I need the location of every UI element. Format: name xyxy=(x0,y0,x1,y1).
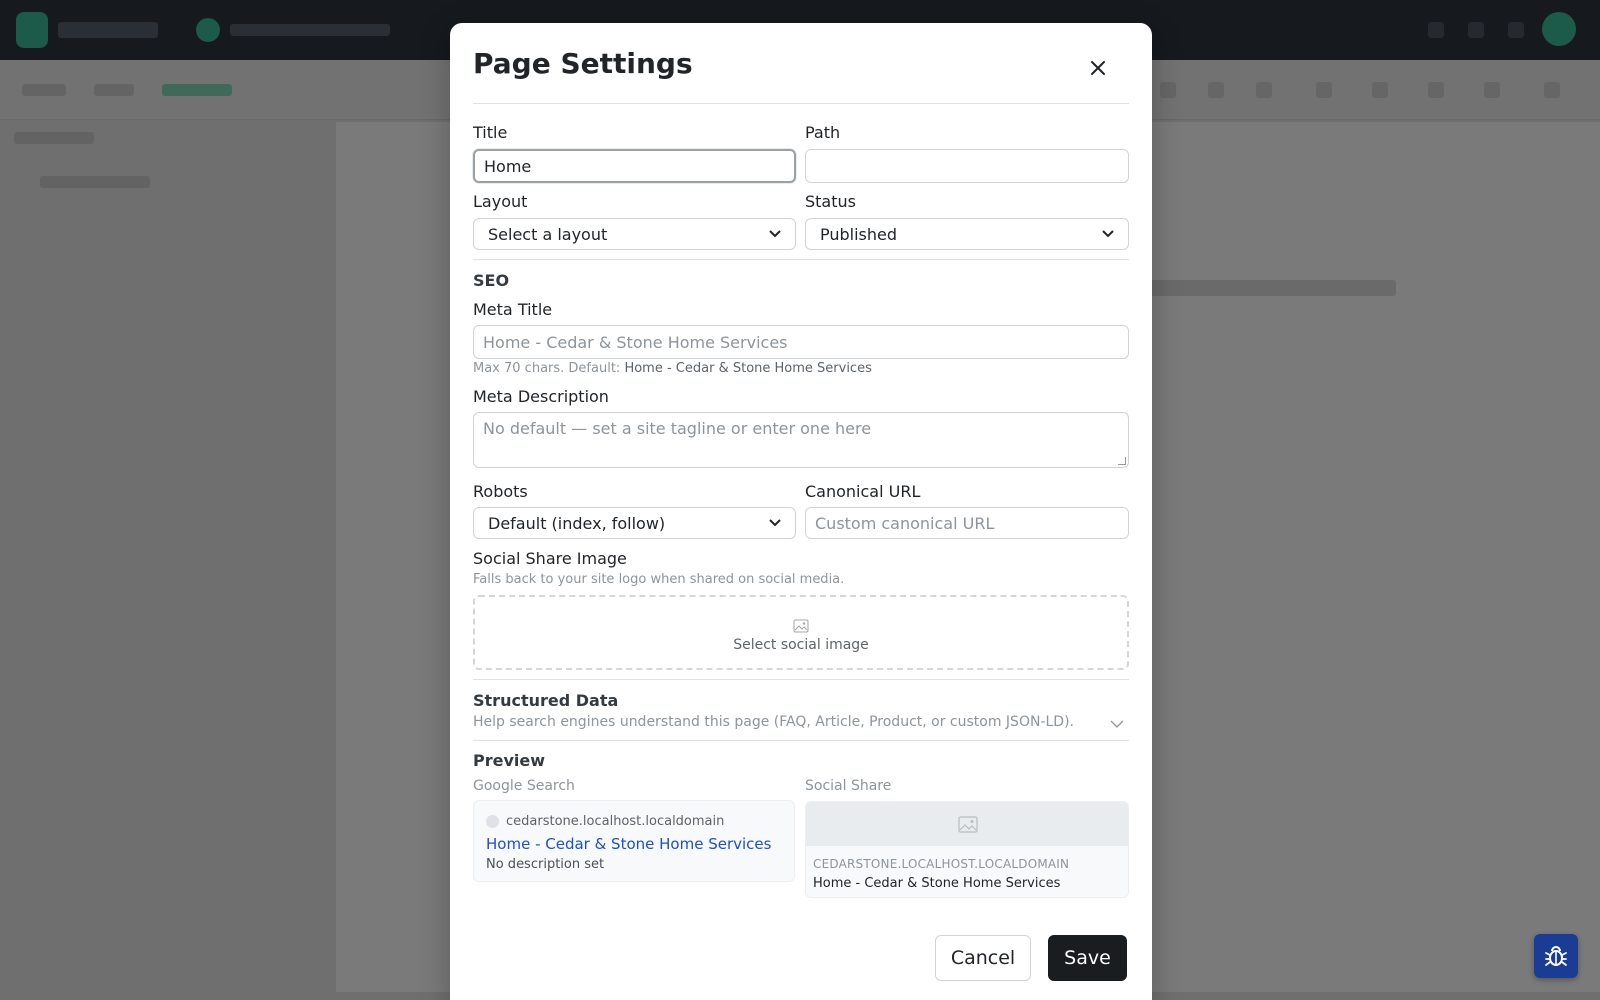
title-input-value: Home xyxy=(484,156,532,176)
favicon-icon xyxy=(486,815,499,828)
seo-divider xyxy=(473,259,1129,260)
sidebar-title xyxy=(14,132,94,144)
resize-handle[interactable] xyxy=(1118,457,1126,465)
site-switcher-name xyxy=(230,24,390,36)
meta-title-hint-prefix: Max 70 chars. Default: xyxy=(473,361,621,376)
meta-title-label: Meta Title xyxy=(473,300,553,319)
status-select-value: Published xyxy=(820,224,898,244)
toolbar-icon xyxy=(1256,82,1272,98)
toolbar-item xyxy=(94,84,134,96)
seo-heading: SEO xyxy=(473,271,510,290)
chevron-down-icon xyxy=(769,230,781,238)
toolbar-icon xyxy=(1160,82,1176,98)
bug-icon xyxy=(1545,946,1567,966)
toolbar-icon xyxy=(1484,82,1500,98)
chevron-down-icon[interactable] xyxy=(1110,720,1124,728)
chevron-down-icon xyxy=(1102,230,1114,238)
social-image-label: Social Share Image xyxy=(473,549,627,568)
site-switcher-icon xyxy=(196,18,220,42)
image-icon xyxy=(793,619,809,632)
user-avatar xyxy=(1542,12,1576,46)
toolbar-item xyxy=(22,84,66,96)
title-input[interactable]: Home xyxy=(473,149,796,183)
page-settings-modal: Page Settings Title Home Path Layout Sel… xyxy=(450,23,1152,1000)
social-preview-image xyxy=(806,802,1128,846)
path-input[interactable] xyxy=(805,149,1129,183)
layout-label: Layout xyxy=(473,192,528,211)
social-image-dropzone[interactable]: Select social image xyxy=(473,595,1129,670)
structured-data-title[interactable]: Structured Data xyxy=(473,691,618,710)
title-label: Title xyxy=(473,123,508,142)
social-preview-card: cedarstone.localhost.localdomain Home - … xyxy=(805,801,1129,898)
google-preview-title: Home - Cedar & Stone Home Services xyxy=(486,835,772,853)
robots-select[interactable]: Default (index, follow) xyxy=(473,507,796,539)
modal-title: Page Settings xyxy=(473,47,693,80)
cancel-button[interactable]: Cancel xyxy=(935,935,1031,981)
social-preview-domain: cedarstone.localhost.localdomain xyxy=(813,857,1070,871)
google-preview-description: No description set xyxy=(486,857,605,872)
topbar-icon xyxy=(1508,22,1524,38)
social-preview-title: Home - Cedar & Stone Home Services xyxy=(813,876,1061,891)
meta-description-placeholder: No default — set a site tagline or enter… xyxy=(483,419,872,438)
google-preview-domain: cedarstone.localhost.localdomain xyxy=(506,814,725,829)
app-logo-icon xyxy=(16,12,48,48)
path-label: Path xyxy=(805,123,841,142)
meta-description-input[interactable]: No default — set a site tagline or enter… xyxy=(473,412,1129,468)
status-select[interactable]: Published xyxy=(805,218,1129,250)
status-label: Status xyxy=(805,192,856,211)
meta-description-label: Meta Description xyxy=(473,387,609,406)
close-icon xyxy=(1091,61,1105,75)
social-image-hint: Falls back to your site logo when shared… xyxy=(473,572,845,587)
header-divider xyxy=(473,103,1129,104)
google-search-label: Google Search xyxy=(473,778,575,794)
preview-divider xyxy=(473,740,1129,741)
meta-title-hint: Max 70 chars. Default: Home - Cedar & St… xyxy=(473,361,872,376)
robots-label: Robots xyxy=(473,482,528,501)
toolbar-icon xyxy=(1428,82,1444,98)
chevron-down-icon xyxy=(769,519,781,527)
social-share-label: Social Share xyxy=(805,778,892,794)
toolbar-icon xyxy=(1316,82,1332,98)
close-button[interactable] xyxy=(1083,53,1113,83)
toolbar-item xyxy=(162,84,232,96)
toolbar-icon xyxy=(1372,82,1388,98)
meta-title-hint-default: Home - Cedar & Stone Home Services xyxy=(624,361,872,376)
robots-select-value: Default (index, follow) xyxy=(488,513,666,533)
meta-title-placeholder: Home - Cedar & Stone Home Services xyxy=(483,332,788,352)
canvas-text xyxy=(1146,280,1396,296)
canonical-input[interactable]: Custom canonical URL xyxy=(805,507,1129,539)
meta-title-input[interactable]: Home - Cedar & Stone Home Services xyxy=(473,325,1129,359)
topbar-icon xyxy=(1468,22,1484,38)
canonical-placeholder: Custom canonical URL xyxy=(815,513,995,533)
save-button[interactable]: Save xyxy=(1048,935,1127,981)
toolbar-icon xyxy=(1208,82,1224,98)
google-preview-card: cedarstone.localhost.localdomain Home - … xyxy=(473,800,795,882)
preview-heading: Preview xyxy=(473,751,546,770)
sidebar-item xyxy=(40,176,150,188)
toolbar-icon xyxy=(1544,82,1560,98)
structured-data-subtitle: Help search engines understand this page… xyxy=(473,714,1074,730)
layout-select-value: Select a layout xyxy=(488,224,608,244)
app-logo-text xyxy=(58,22,158,38)
select-social-image-label: Select social image xyxy=(733,636,869,653)
canonical-label: Canonical URL xyxy=(805,482,921,501)
bug-report-button[interactable] xyxy=(1534,934,1578,978)
layout-select[interactable]: Select a layout xyxy=(473,218,796,250)
structured-divider xyxy=(473,679,1129,680)
image-icon xyxy=(958,815,978,833)
topbar-icon xyxy=(1428,22,1444,38)
